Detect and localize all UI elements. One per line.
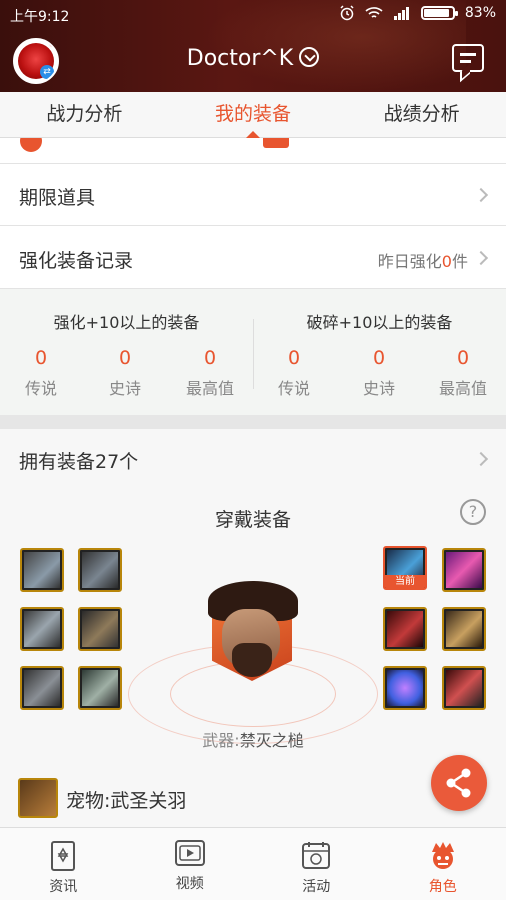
battery-icon (420, 6, 458, 20)
enhance-stats-title: 强化+10以上的装备 (53, 313, 200, 332)
limited-items-row[interactable]: 期限道具 (0, 164, 506, 226)
equip-slot-ring[interactable] (383, 666, 427, 710)
alarm-icon (340, 5, 354, 21)
app-header: 上午9:12 83% ⇄ Doctor^K (0, 0, 506, 92)
weapon-key: 武器: (202, 731, 240, 750)
equip-slot-pants[interactable] (78, 607, 122, 651)
wifi-icon (365, 7, 383, 18)
equip-slot-head[interactable] (20, 548, 64, 592)
item-icon (263, 138, 289, 148)
enhancement-stats: 强化+10以上的装备 破碎+10以上的装备 0 传说 0 史诗 0 最高值 0 传说 0… (0, 289, 506, 415)
equip-slot-weapon[interactable]: 当前 (383, 546, 427, 590)
nav-video[interactable]: 视频 (127, 828, 254, 900)
message-icon[interactable] (452, 44, 484, 72)
equip-slot-support[interactable] (442, 666, 486, 710)
coin-icon (20, 138, 42, 152)
clipped-previous-row (0, 138, 506, 164)
equip-slot-belt[interactable] (20, 666, 64, 710)
stats-divider (253, 319, 254, 389)
enhance-yesterday-count: 0 (441, 252, 452, 271)
enhance-record-row[interactable]: 强化装备记录 昨日强化0件 (0, 226, 506, 289)
owned-equipment-label: 拥有装备27个 (19, 451, 139, 473)
nav-news[interactable]: 资讯 (0, 828, 127, 900)
equip-slot-shoulder[interactable] (78, 548, 122, 592)
activity-icon (302, 842, 331, 869)
chevron-down-icon (299, 47, 320, 67)
signal-icon (393, 7, 409, 20)
tab-combat-analysis[interactable]: 战力分析 (0, 92, 169, 137)
character-portrait[interactable] (206, 579, 298, 689)
video-icon (174, 840, 205, 866)
tab-bar: 战力分析 我的装备 战绩分析 (0, 92, 506, 138)
pet-icon (18, 778, 58, 818)
section-gap (0, 415, 506, 429)
battery-percent: 83% (464, 5, 496, 21)
status-bar: 上午9:12 83% (0, 0, 506, 30)
nav-activity[interactable]: 活动 (253, 828, 380, 900)
username-dropdown[interactable]: Doctor^K (0, 46, 506, 71)
weapon-name: 禁灭之槌 (239, 731, 304, 750)
share-icon (446, 768, 471, 798)
weapon-info: 武器:禁灭之槌 (0, 727, 506, 751)
chevron-right-icon (473, 187, 489, 203)
character-icon (431, 842, 454, 869)
share-button[interactable] (431, 755, 487, 811)
nav-character[interactable]: 角色 (380, 828, 506, 900)
news-icon (51, 841, 76, 871)
help-icon[interactable]: ? (460, 499, 486, 525)
current-tag: 当前 (385, 575, 425, 588)
username: Doctor^K (186, 46, 294, 71)
tab-my-equipment[interactable]: 我的装备 (169, 92, 338, 138)
equip-slot-necklace[interactable] (442, 607, 486, 651)
wearing-title: 穿戴装备 (214, 509, 291, 531)
equip-slot-shoes[interactable] (78, 666, 122, 710)
equip-slot-title[interactable] (442, 548, 486, 592)
enhance-record-label: 强化装备记录 (19, 250, 134, 272)
status-time: 上午9:12 (10, 9, 70, 25)
chevron-right-icon (473, 451, 489, 467)
owned-equipment-row[interactable]: 拥有装备27个 (0, 429, 506, 489)
equip-slot-bracelet[interactable] (383, 607, 427, 651)
break-stats-title: 破碎+10以上的装备 (306, 313, 453, 332)
enhance-yesterday-summary: 昨日强化0件 (377, 252, 468, 271)
pet-label: 宠物:武圣关羽 (66, 790, 187, 812)
tab-record-analysis[interactable]: 战绩分析 (337, 92, 506, 137)
equip-slot-top[interactable] (20, 607, 64, 651)
chevron-right-icon (473, 250, 489, 266)
bottom-navigation: 资讯 视频 活动 角色 (0, 827, 506, 900)
limited-items-label: 期限道具 (19, 187, 96, 209)
